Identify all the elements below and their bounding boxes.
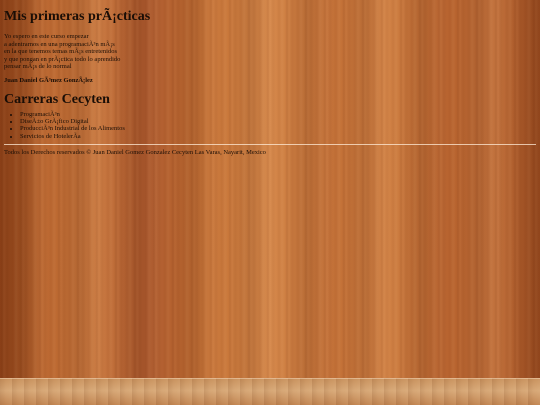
list-item: ProgramaciÃ³n xyxy=(20,111,536,118)
intro-paragraph: Yo espero en este curso empezar a adentr… xyxy=(4,33,536,71)
author-name: Juan Daniel GÃ³mez GonzÃ¡lez xyxy=(4,76,93,84)
intro-line: Yo espero en este curso empezar xyxy=(4,33,89,40)
footer-copyright: Todos los Derechos reservados © Juan Dan… xyxy=(4,148,266,156)
intro-line: en la que tenemos temas mÃ¡s entretenido… xyxy=(4,48,117,56)
list-item: ProducciÃ³n Industrial de los Alimentos xyxy=(20,125,536,132)
careers-heading: Carreras Cecyten xyxy=(4,91,110,107)
list-item: Servicios de HotelerÃ­a xyxy=(20,133,536,140)
intro-line: pensar mÃ¡s de lo normal xyxy=(4,63,72,71)
divider xyxy=(4,143,536,145)
wood-floor-strip xyxy=(0,378,540,405)
intro-line: y que pongan en prÃ¡ctica todo lo aprend… xyxy=(4,55,121,63)
careers-list: ProgramaciÃ³n DiseÃ±o GrÃ¡fico Digital P… xyxy=(4,111,536,140)
page-content: Mis primeras prÃ¡cticas Yo espero en est… xyxy=(4,0,536,157)
page-title: Mis primeras prÃ¡cticas xyxy=(4,9,151,24)
